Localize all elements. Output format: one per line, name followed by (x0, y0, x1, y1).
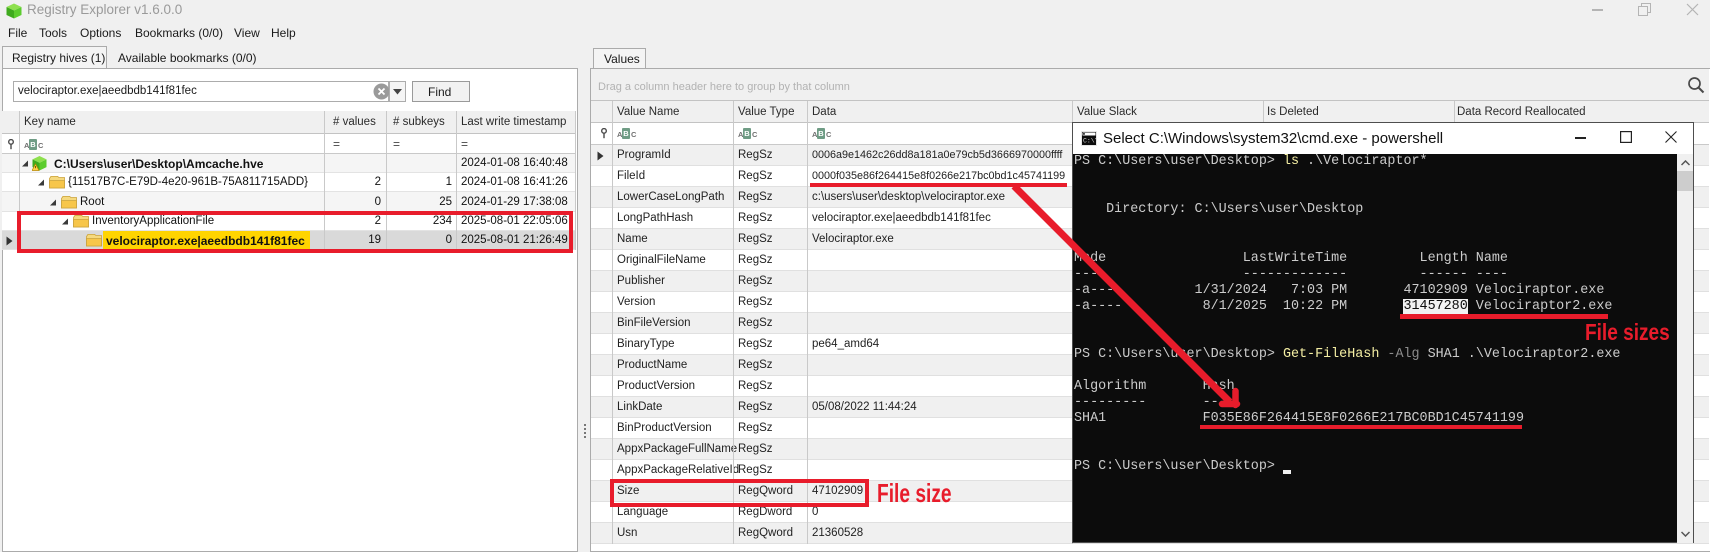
svg-text:C:\\: C:\\ (1083, 138, 1097, 145)
